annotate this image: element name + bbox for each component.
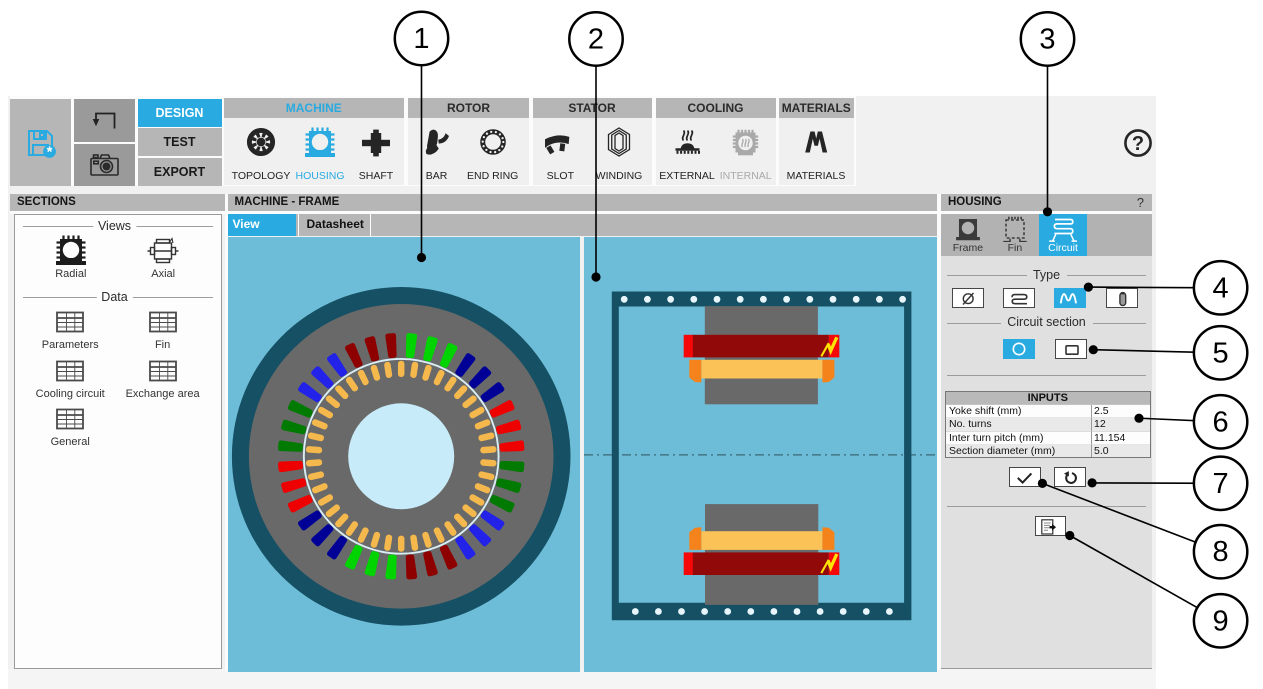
- svg-text:9: 9: [1213, 605, 1229, 637]
- svg-text:7: 7: [1213, 468, 1229, 500]
- svg-text:1: 1: [413, 23, 429, 55]
- svg-text:8: 8: [1213, 536, 1229, 568]
- svg-text:4: 4: [1213, 272, 1229, 304]
- svg-text:6: 6: [1213, 406, 1229, 438]
- svg-text:5: 5: [1213, 337, 1229, 369]
- svg-text:3: 3: [1039, 24, 1055, 56]
- svg-text:2: 2: [588, 24, 604, 56]
